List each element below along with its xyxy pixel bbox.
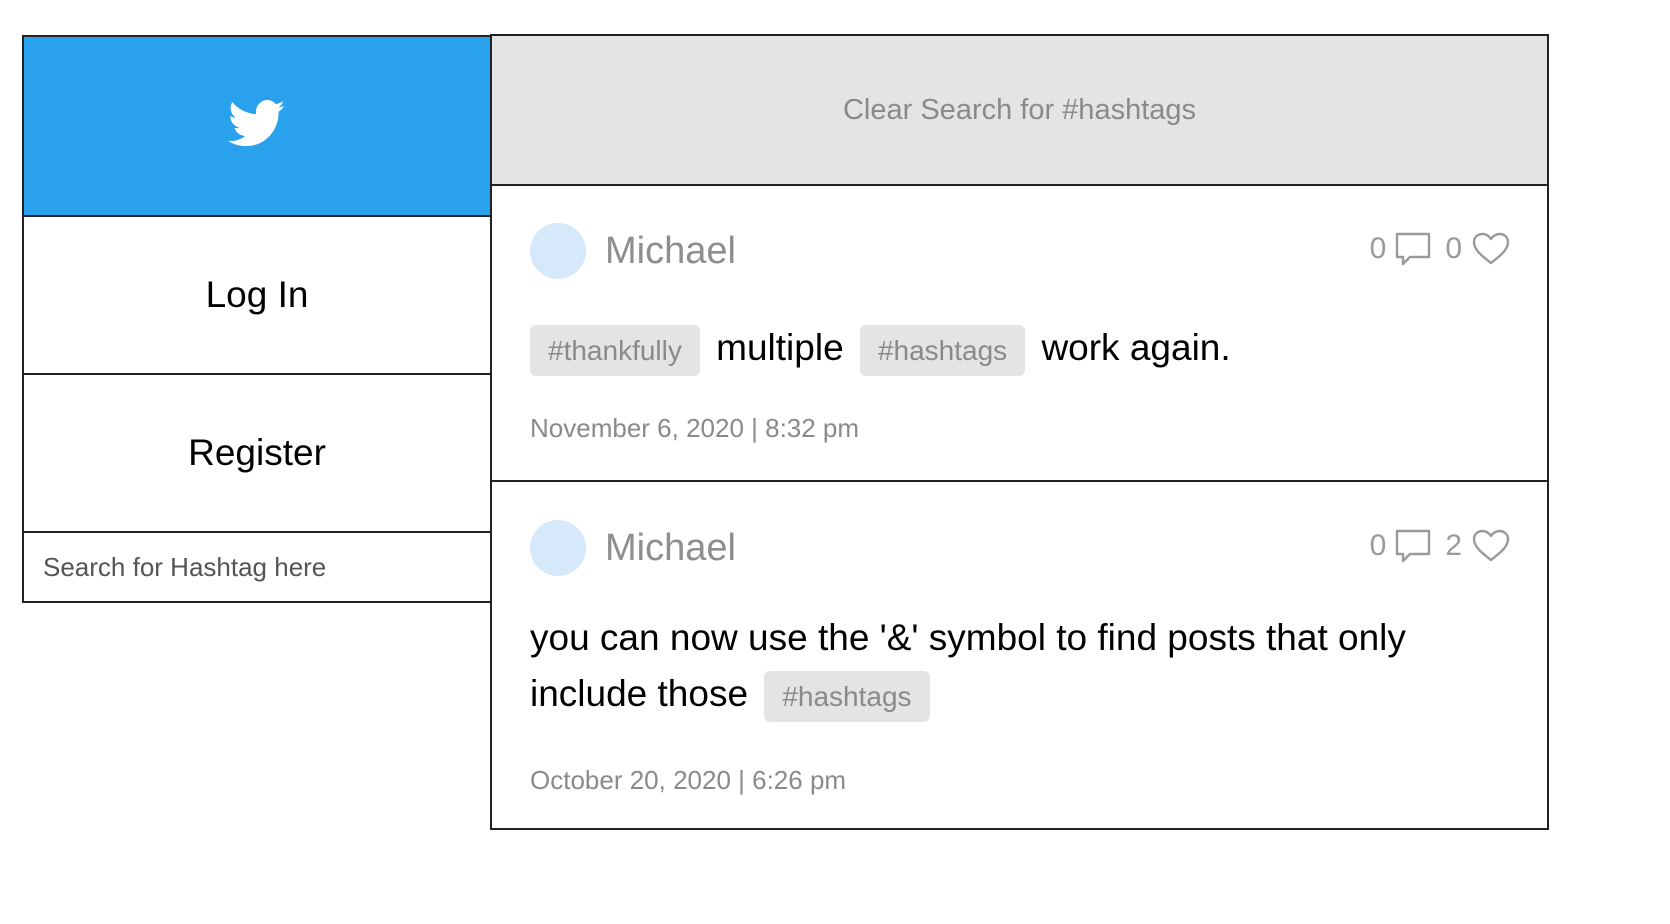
search-box [24,533,490,601]
hashtag-chip[interactable]: #thankfully [530,324,700,376]
post-author[interactable]: Michael [605,230,736,273]
post-date: November 6, 2020 | 8:32 pm [530,413,860,443]
hashtag-search-input[interactable] [24,533,490,601]
login-button[interactable]: Log In [24,217,490,375]
heart-icon[interactable] [1471,232,1511,266]
comment-count: 0 [1369,529,1387,562]
login-label: Log In [205,274,309,315]
post-stats: 0 2 [1370,529,1511,563]
comment-icon[interactable] [1395,232,1431,266]
hashtag-chip[interactable]: #hashtags [859,324,1026,376]
post-text: you can now use the '&' symbol to find p… [530,617,1406,714]
post-stats: 0 0 [1370,232,1511,266]
post-card: Michael 0 2 you can now use the '&' symb… [492,480,1547,828]
like-count: 0 [1445,232,1462,265]
post-date: October 20, 2020 | 6:26 pm [530,765,847,795]
post-body: #thankfully multiple #hashtags work agai… [530,320,1487,376]
post-card: Michael 0 0 #thankfully multiple #hashta… [492,186,1547,480]
post-text: multiple [716,327,844,368]
twitter-bird-icon [227,99,286,153]
clear-search-button[interactable]: Clear Search for #hashtags [492,36,1547,186]
register-label: Register [188,432,326,473]
avatar[interactable] [530,223,586,279]
post-body: you can now use the '&' symbol to find p… [530,610,1487,722]
register-button[interactable]: Register [24,375,490,533]
post-author[interactable]: Michael [605,527,736,570]
logo-block[interactable] [24,37,490,217]
clear-search-label: Clear Search for #hashtags [842,93,1197,126]
heart-icon[interactable] [1471,529,1511,563]
comment-count: 0 [1369,232,1387,265]
main-feed: Clear Search for #hashtags Michael 0 0 #… [490,34,1549,830]
comment-icon[interactable] [1395,529,1431,563]
like-count: 2 [1445,529,1462,562]
post-text: work again. [1041,327,1231,368]
hashtag-chip[interactable]: #hashtags [764,670,930,722]
avatar[interactable] [530,520,586,576]
sidebar: Log In Register [22,35,490,603]
